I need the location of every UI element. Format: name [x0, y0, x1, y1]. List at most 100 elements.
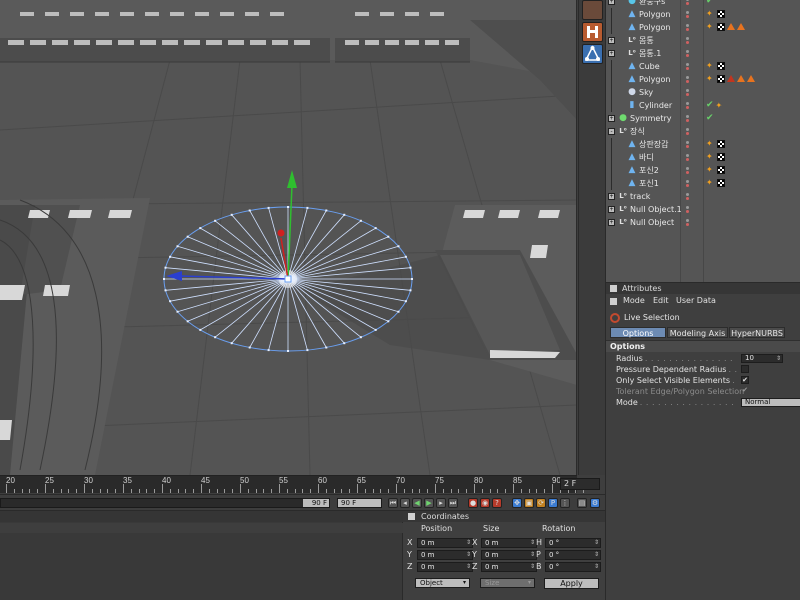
prev-key-icon[interactable]: ◂: [400, 498, 410, 508]
live-selection-tool-icon[interactable]: [582, 44, 603, 64]
om-object-name[interactable]: 장식: [630, 126, 645, 137]
om-object-name[interactable]: 환풍구s: [639, 0, 665, 7]
attribute-checkbox[interactable]: [741, 365, 749, 373]
om-object-name[interactable]: Polygon: [639, 9, 670, 20]
spinner-icon[interactable]: ⇕: [466, 563, 471, 571]
apply-button[interactable]: Apply: [544, 578, 599, 589]
om-row[interactable]: ▮ Cylinder ✔ ✦: [606, 99, 800, 112]
timeline-ruler[interactable]: 20 25 30 35 40 45 50 55 60 65 70 75 80 85 90: [0, 475, 585, 493]
texture-tag-icon[interactable]: [717, 74, 725, 83]
visibility-dots-icon[interactable]: [686, 180, 692, 188]
visibility-dots-icon[interactable]: [686, 37, 692, 45]
om-row[interactable]: ● Sky: [606, 86, 800, 99]
render-settings-icon[interactable]: [582, 22, 603, 42]
render-view-icon[interactable]: [582, 0, 603, 20]
om-row[interactable]: + ● 환풍구s ✔: [606, 0, 800, 8]
size-field[interactable]: 0 m ⇕: [481, 562, 537, 572]
texture-tag-icon[interactable]: [717, 139, 725, 148]
visibility-dots-icon[interactable]: [686, 219, 692, 227]
tab-hypernurbs[interactable]: HyperNURBS: [729, 327, 785, 338]
om-row[interactable]: + L⁰ 몸통.1: [606, 47, 800, 60]
selection-tag-icon[interactable]: [737, 23, 745, 30]
attribute-checkbox[interactable]: ✔: [741, 376, 749, 384]
expand-icon[interactable]: +: [608, 50, 615, 57]
phong-tag-icon[interactable]: ✦: [706, 74, 715, 83]
phong-tag-icon[interactable]: ✦: [706, 9, 715, 18]
visibility-dots-icon[interactable]: [686, 76, 692, 84]
size-field[interactable]: 0 m ⇕: [481, 550, 537, 560]
size-mode-select[interactable]: Size ▾: [480, 578, 535, 588]
menu-edit[interactable]: Edit: [653, 295, 669, 307]
axis-gizmo[interactable]: [166, 170, 297, 283]
spinner-icon[interactable]: ⇕: [530, 551, 535, 559]
om-object-name[interactable]: Null Object.1: [630, 204, 682, 215]
timeline-end-frame[interactable]: 2 F: [560, 478, 600, 490]
om-object-name[interactable]: Polygon: [639, 74, 670, 85]
om-object-name[interactable]: Cube: [639, 61, 660, 72]
visibility-dots-icon[interactable]: [686, 193, 692, 201]
max-frame-field[interactable]: 90 F: [337, 498, 382, 508]
texture-tag-icon[interactable]: [717, 9, 725, 18]
panel-grip-icon[interactable]: [610, 285, 617, 292]
expand-icon[interactable]: +: [608, 115, 615, 122]
om-object-name[interactable]: Cylinder: [639, 100, 672, 111]
om-row[interactable]: + ● Symmetry ✔: [606, 112, 800, 125]
enabled-check-icon[interactable]: ✔: [706, 99, 714, 112]
viewport-3d[interactable]: [0, 0, 577, 475]
visibility-dots-icon[interactable]: [686, 154, 692, 162]
selection-tag-icon[interactable]: [747, 75, 755, 82]
om-object-name[interactable]: Polygon: [639, 22, 670, 33]
texture-tag-icon[interactable]: [717, 178, 725, 187]
selection-tag-icon[interactable]: [727, 75, 735, 82]
visibility-dots-icon[interactable]: [686, 63, 692, 71]
texture-tag-icon[interactable]: [717, 152, 725, 161]
om-row[interactable]: ▲ 포신1 ✦: [606, 177, 800, 190]
tab-options[interactable]: Options: [610, 327, 666, 338]
play-backward-icon[interactable]: ◀: [412, 498, 422, 508]
rotation-field[interactable]: 0 ° ⇕: [545, 538, 601, 548]
om-row[interactable]: ▲ Polygon ✦: [606, 73, 800, 86]
phong-tag-icon[interactable]: ✦: [706, 178, 715, 187]
visibility-dots-icon[interactable]: [686, 167, 692, 175]
om-object-name[interactable]: Null Object: [630, 217, 674, 228]
menu-mode[interactable]: Mode: [623, 295, 645, 307]
visibility-dots-icon[interactable]: [686, 50, 692, 58]
phong-tag-icon[interactable]: ✦: [706, 22, 715, 31]
om-object-name[interactable]: track: [630, 191, 650, 202]
spinner-icon[interactable]: ⇕: [466, 551, 471, 559]
om-object-name[interactable]: 상판장갑: [639, 139, 668, 150]
phong-tag-icon[interactable]: ✦: [706, 152, 715, 161]
scale-key-icon[interactable]: ▣: [524, 498, 534, 508]
position-field[interactable]: 0 m ⇕: [417, 562, 473, 572]
rotation-key-icon[interactable]: ⟳: [536, 498, 546, 508]
phong-tag-icon[interactable]: ✦: [716, 101, 725, 110]
om-object-name[interactable]: 몸통.1: [639, 48, 661, 59]
om-row[interactable]: ▲ Polygon ✦: [606, 8, 800, 21]
material-manager[interactable]: [0, 510, 403, 600]
om-row[interactable]: ▲ 상판장갑 ✦: [606, 138, 800, 151]
attribute-checkbox[interactable]: ✔: [741, 387, 749, 395]
om-object-name[interactable]: 바디: [639, 152, 654, 163]
point-level-icon[interactable]: ⋮: [560, 498, 570, 508]
enabled-check-icon[interactable]: ✔: [706, 112, 714, 125]
visibility-dots-icon[interactable]: [686, 141, 692, 149]
om-row[interactable]: ▲ 바디 ✦: [606, 151, 800, 164]
rotation-field[interactable]: 0 ° ⇕: [545, 562, 601, 572]
phong-tag-icon[interactable]: ✦: [706, 165, 715, 174]
visibility-dots-icon[interactable]: [686, 102, 692, 110]
om-row[interactable]: + L⁰ 몸통: [606, 34, 800, 47]
visibility-dots-icon[interactable]: [686, 89, 692, 97]
rotation-field[interactable]: 0 ° ⇕: [545, 550, 601, 560]
spinner-icon[interactable]: ⇕: [530, 539, 535, 547]
frame-range-slider[interactable]: 90 F: [0, 498, 330, 508]
visibility-dots-icon[interactable]: [686, 115, 692, 123]
om-row[interactable]: + L⁰ track: [606, 190, 800, 203]
next-key-icon[interactable]: ▸: [436, 498, 446, 508]
autokey-icon[interactable]: ◉: [480, 498, 490, 508]
phong-tag-icon[interactable]: ✦: [706, 61, 715, 70]
expand-icon[interactable]: +: [608, 193, 615, 200]
size-field[interactable]: 0 m ⇕: [481, 538, 537, 548]
tab-modeling-axis[interactable]: Modeling Axis: [667, 327, 728, 338]
expand-icon[interactable]: +: [608, 0, 615, 5]
om-row[interactable]: + L⁰ Null Object.1: [606, 203, 800, 216]
